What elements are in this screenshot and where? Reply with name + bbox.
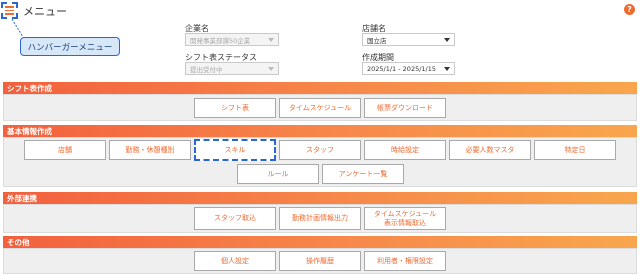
skill-button[interactable]: スキル [194,139,276,161]
section-body-basic: 店舗 勤務・休憩種別 スキル スタッフ 時給設定 必要人数マスタ 特定日 ルール… [3,137,637,187]
time-schedule-import-button[interactable]: タイムスケジュール 表示情報取込 [364,207,446,230]
section-header-external: 外部連携 [3,192,637,204]
staff-button[interactable]: スタッフ [279,140,361,160]
section-body-shift: シフト表 タイムスケジュール 帳票ダウンロード [3,94,637,121]
chevron-down-icon [444,38,450,42]
period-select[interactable]: 2025/1/1 - 2025/1/15 [362,62,455,75]
section-header-shift: シフト表作成 [3,82,637,94]
hamburger-callout: ハンバーガーメニュー [20,37,120,56]
shift-status-select: 提出受付中 [185,62,279,75]
user-permission-settings-button[interactable]: 利用者・権限設定 [364,251,446,271]
chevron-down-icon [444,67,450,71]
company-value: 開発事業部課50企業 [190,36,251,45]
staff-import-button[interactable]: スタッフ取込 [194,207,276,230]
work-plan-export-button[interactable]: 勤務計画情報出力 [279,207,361,230]
top-bar: メニュー ハンバーガーメニュー ? 企業名 開発事業部課50企業 店舗名 国立店… [0,0,640,80]
company-select: 開発事業部課50企業 [185,33,279,46]
period-value: 2025/1/1 - 2025/1/15 [367,64,436,73]
survey-list-button[interactable]: アンケート一覧 [322,164,404,184]
chevron-down-icon [268,38,274,42]
hourly-wage-button[interactable]: 時給設定 [364,140,446,160]
section-body-other: 個人設定 操作履歴 利用者・権限設定 [3,248,637,274]
rule-button[interactable]: ルール [237,164,319,184]
operation-history-button[interactable]: 操作履歴 [279,251,361,271]
report-download-button[interactable]: 帳票ダウンロード [364,98,446,118]
shift-table-button[interactable]: シフト表 [194,98,276,118]
time-schedule-button[interactable]: タイムスケジュール [279,98,361,118]
store-value: 国立店 [367,36,387,45]
specific-day-button[interactable]: 特定日 [534,140,616,160]
section-body-external: スタッフ取込 勤務計画情報出力 タイムスケジュール 表示情報取込 [3,204,637,233]
store-select[interactable]: 国立店 [362,33,455,46]
hamburger-menu-icon[interactable] [1,2,18,19]
section-header-other: その他 [3,236,637,248]
chevron-down-icon [268,67,274,71]
help-icon[interactable]: ? [624,4,635,15]
work-break-type-button[interactable]: 勤務・休憩種別 [109,140,191,160]
personal-settings-button[interactable]: 個人設定 [194,251,276,271]
shift-status-value: 提出受付中 [190,65,223,74]
store-button[interactable]: 店舗 [24,140,106,160]
page-title: メニュー [23,5,67,18]
section-header-basic: 基本情報作成 [3,125,637,137]
required-staff-master-button[interactable]: 必要人数マスタ [449,140,531,160]
